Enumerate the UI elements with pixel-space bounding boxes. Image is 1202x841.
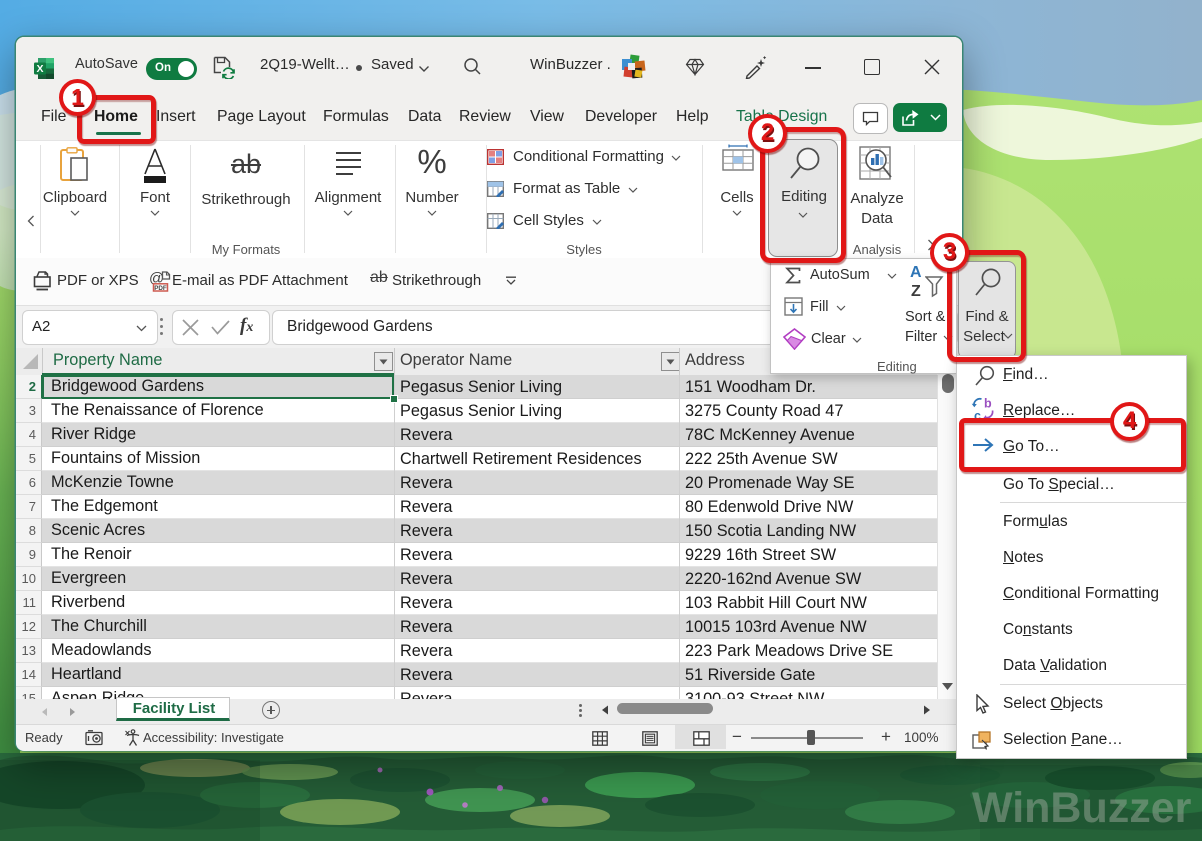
svg-text:X: X xyxy=(36,63,43,75)
svg-text:b: b xyxy=(984,397,992,411)
svg-text:PDF: PDF xyxy=(154,285,167,292)
svg-text:WinBuzzer: WinBuzzer xyxy=(972,784,1192,832)
